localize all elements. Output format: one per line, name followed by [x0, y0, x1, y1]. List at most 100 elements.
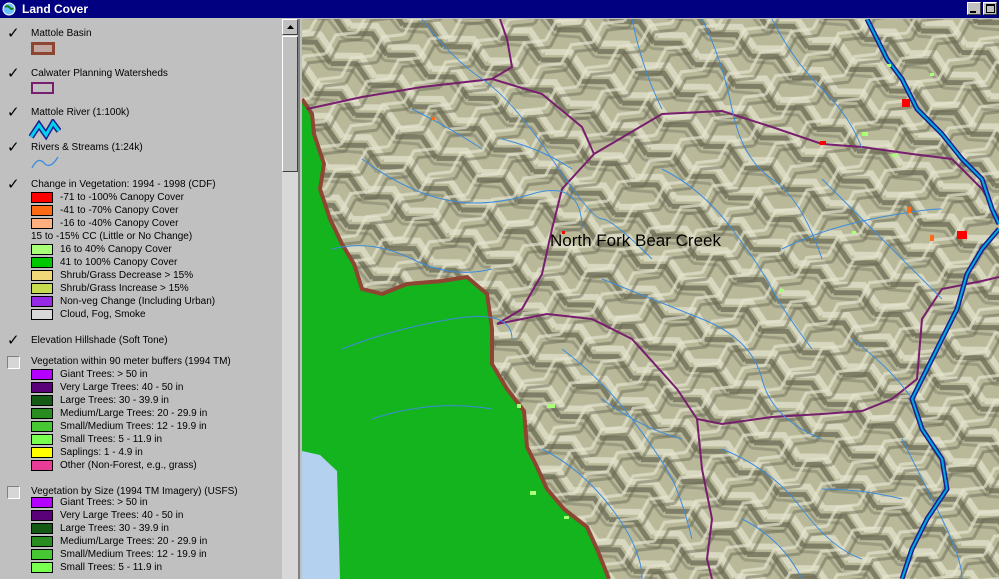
legend-label: Small Trees: 5 - 11.9 in — [60, 434, 163, 445]
basin-outline-symbol — [31, 42, 55, 55]
legend-swatch — [31, 408, 53, 419]
layer-name: Mattole River (1:100k) — [31, 107, 130, 118]
legend-swatch — [31, 497, 53, 508]
map-view[interactable]: North Fork Bear Creek — [302, 19, 999, 579]
scroll-up-button[interactable] — [282, 19, 298, 35]
layer-visibility-checkbox[interactable]: ✓ — [7, 140, 20, 155]
layer-visibility-checkbox[interactable]: ✓ — [7, 66, 20, 81]
legend-swatch — [31, 421, 53, 432]
title-bar: Land Cover — [0, 0, 999, 18]
globe-icon — [2, 2, 16, 16]
legend-swatch — [31, 434, 53, 445]
legend-item: Medium/Large Trees: 20 - 29.9 in — [31, 535, 207, 548]
maximize-icon — [985, 4, 995, 13]
legend-swatch — [31, 257, 53, 268]
layer-name: Rivers & Streams (1:24k) — [31, 142, 143, 153]
legend-swatch — [31, 562, 53, 573]
legend-label: Very Large Trees: 40 - 50 in — [60, 382, 184, 393]
legend-item: Other (Non-Forest, e.g., grass) — [31, 459, 197, 472]
legend-item: Small/Medium Trees: 12 - 19.9 in — [31, 420, 207, 433]
legend-label: 16 to 40% Canopy Cover — [60, 244, 172, 255]
layer-visibility-checkbox[interactable] — [7, 356, 20, 369]
legend-item: Large Trees: 30 - 39.9 in — [31, 522, 169, 535]
layer-visibility-checkbox[interactable] — [7, 486, 20, 499]
window-title: Land Cover — [22, 2, 89, 16]
legend-label: Medium/Large Trees: 20 - 29.9 in — [60, 408, 208, 419]
legend-item: Giant Trees: > 50 in — [31, 496, 148, 509]
legend-item: -71 to -100% Canopy Cover — [31, 191, 184, 204]
legend-label: -41 to -70% Canopy Cover — [60, 205, 179, 216]
legend-label: Shrub/Grass Increase > 15% — [60, 283, 189, 294]
legend-swatch — [31, 536, 53, 547]
legend-swatch — [31, 460, 53, 471]
legend-label-no-swatch: 15 to -15% CC (Little or No Change) — [31, 231, 193, 242]
vertical-scrollbar[interactable] — [282, 19, 298, 579]
table-of-contents: ✓ Mattole Basin ✓ Calwater Planning Wate… — [0, 19, 300, 579]
legend-label: Small Trees: 5 - 11.9 in — [60, 562, 163, 573]
layer-visibility-checkbox[interactable]: ✓ — [7, 105, 20, 120]
legend-label: Giant Trees: > 50 in — [60, 369, 148, 380]
legend-label: Saplings: 1 - 4.9 in — [60, 447, 143, 458]
legend-item: Cloud, Fog, Smoke — [31, 308, 146, 321]
legend-swatch — [31, 369, 53, 380]
legend-label: -71 to -100% Canopy Cover — [60, 192, 184, 203]
map-feature-label: North Fork Bear Creek — [550, 231, 721, 250]
legend-swatch — [31, 382, 53, 393]
legend-label: Large Trees: 30 - 39.9 in — [60, 395, 169, 406]
legend-item: -41 to -70% Canopy Cover — [31, 204, 178, 217]
legend-label: Shrub/Grass Decrease > 15% — [60, 270, 194, 281]
map-canvas[interactable] — [302, 19, 999, 579]
legend-swatch — [31, 549, 53, 560]
layer-name: Mattole Basin — [31, 28, 92, 39]
legend-item: 16 to 40% Canopy Cover — [31, 243, 172, 256]
minimize-button[interactable] — [967, 2, 981, 15]
legend-item: Giant Trees: > 50 in — [31, 368, 148, 381]
legend-label: 41 to 100% Canopy Cover — [60, 257, 178, 268]
legend-item: Small/Medium Trees: 12 - 19.9 in — [31, 548, 207, 561]
legend-swatch — [31, 447, 53, 458]
legend-swatch — [31, 270, 53, 281]
legend-label: Giant Trees: > 50 in — [60, 497, 148, 508]
legend-item: Shrub/Grass Decrease > 15% — [31, 269, 193, 282]
legend-label: Cloud, Fog, Smoke — [60, 309, 146, 320]
layer-visibility-checkbox[interactable]: ✓ — [7, 177, 20, 192]
legend-label: Large Trees: 30 - 39.9 in — [60, 523, 169, 534]
legend-item: Very Large Trees: 40 - 50 in — [31, 381, 183, 394]
legend-item: Small Trees: 5 - 11.9 in — [31, 561, 162, 574]
legend-label: -16 to -40% Canopy Cover — [60, 218, 179, 229]
legend-item: Medium/Large Trees: 20 - 29.9 in — [31, 407, 207, 420]
legend-item: -16 to -40% Canopy Cover — [31, 217, 178, 230]
layer-name: Vegetation within 90 meter buffers (1994… — [31, 356, 231, 367]
arrow-up-icon — [286, 25, 294, 29]
legend-swatch — [31, 309, 53, 320]
legend-label: Small/Medium Trees: 12 - 19.9 in — [60, 549, 207, 560]
legend-label: Small/Medium Trees: 12 - 19.9 in — [60, 421, 207, 432]
layer-visibility-checkbox[interactable]: ✓ — [7, 26, 20, 41]
legend-label: Other (Non-Forest, e.g., grass) — [60, 460, 197, 471]
scroll-thumb[interactable] — [282, 36, 298, 172]
legend-swatch — [31, 244, 53, 255]
layer-visibility-checkbox[interactable]: ✓ — [7, 333, 20, 348]
watershed-outline-symbol — [31, 82, 54, 94]
maximize-button[interactable] — [983, 2, 997, 15]
minimize-icon — [970, 10, 976, 13]
legend-item: Very Large Trees: 40 - 50 in — [31, 509, 183, 522]
legend-swatch — [31, 510, 53, 521]
stream-line-symbol — [31, 156, 59, 169]
layer-name: Elevation Hillshade (Soft Tone) — [31, 335, 168, 346]
legend-swatch — [31, 192, 53, 203]
layer-name: Change in Vegetation: 1994 - 1998 (CDF) — [31, 179, 216, 190]
legend-swatch — [31, 296, 53, 307]
legend-swatch — [31, 218, 53, 229]
legend-item: 41 to 100% Canopy Cover — [31, 256, 177, 269]
legend-item: Shrub/Grass Increase > 15% — [31, 282, 189, 295]
ocean-water — [302, 451, 340, 579]
legend-item: Small Trees: 5 - 11.9 in — [31, 433, 162, 446]
legend-item: Non-veg Change (Including Urban) — [31, 295, 215, 308]
legend-swatch — [31, 395, 53, 406]
legend-swatch — [31, 205, 53, 216]
legend-label: Non-veg Change (Including Urban) — [60, 296, 216, 307]
legend-item: Large Trees: 30 - 39.9 in — [31, 394, 169, 407]
layer-name: Calwater Planning Watersheds — [31, 68, 168, 79]
river-line-symbol — [29, 119, 61, 141]
